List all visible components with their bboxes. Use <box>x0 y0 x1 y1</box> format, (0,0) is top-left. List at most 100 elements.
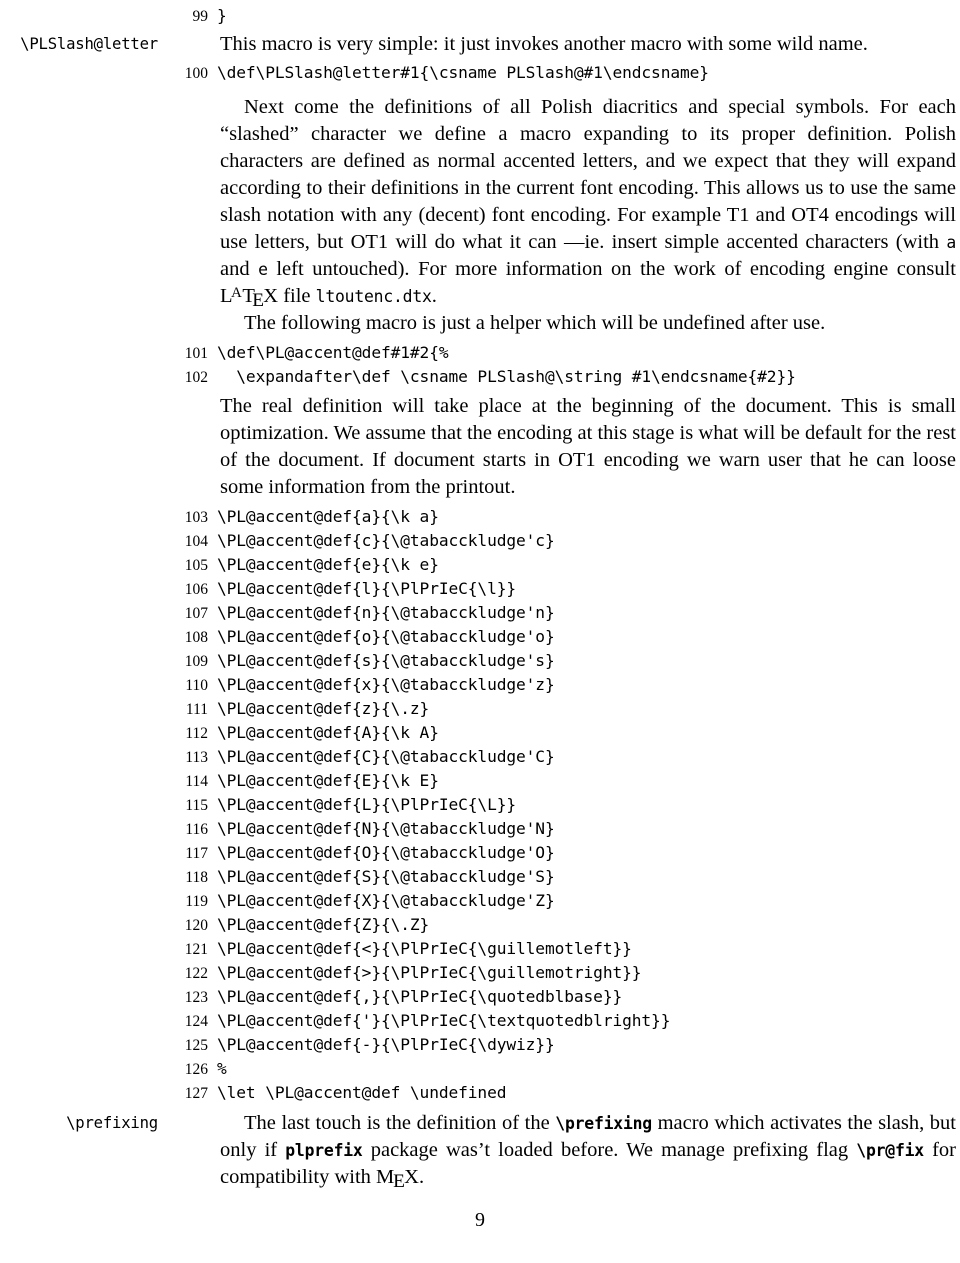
inline-code-e: e <box>258 260 268 279</box>
code-line-number: 123 <box>184 989 208 1006</box>
paragraph-diacritics-definitions: Next come the definitions of all Polish … <box>220 94 956 312</box>
code-line: 103 \PL@accent@def{a}{\k a} <box>0 505 960 529</box>
code-line-text: \PL@accent@def{E}{\k E} <box>217 771 439 790</box>
code-line-number: 99 <box>192 8 209 25</box>
page-number: 9 <box>475 1209 485 1231</box>
code-line: 112 \PL@accent@def{A}{\k A} <box>0 721 960 745</box>
code-line-number: 104 <box>184 533 208 550</box>
code-line: 122 \PL@accent@def{>}{\PlPrIeC{\guillemot… <box>0 961 960 985</box>
code-line-text: \PL@accent@def{X}{\@tabacckludge'Z} <box>217 891 555 910</box>
inline-code-plprefix: plprefix <box>285 1141 363 1160</box>
paragraph-text-run: and <box>220 258 259 280</box>
paragraph-text-run: Next come the definitions of all Polish … <box>220 96 956 253</box>
margin-label-prefixing: \prefixing <box>66 1114 158 1132</box>
code-line-number: 102 <box>184 369 208 386</box>
inline-code-a: a <box>946 233 956 252</box>
code-line-text: \def\PL@accent@def#1#2{% <box>217 343 449 362</box>
code-line-text: \PL@accent@def{<}{\PlPrIeC{\guillemotlef… <box>217 939 632 958</box>
code-line: 100 \def\PLSlash@letter#1{\csname PLSlash… <box>0 61 960 85</box>
code-line-text: \PL@accent@def{o}{\@tabacckludge'o} <box>217 627 555 646</box>
code-line-number: 110 <box>185 677 208 694</box>
paragraph-text-run: . <box>418 1166 425 1188</box>
code-line-text: \PL@accent@def{Z}{\.Z} <box>217 915 430 934</box>
code-line: 108 \PL@accent@def{o}{\@tabacckludge'o} <box>0 625 960 649</box>
paragraph-real-definition: The real definition will take place at t… <box>220 395 956 498</box>
code-line: 104 \PL@accent@def{c}{\@tabacckludge'c} <box>0 529 960 553</box>
code-line: 110 \PL@accent@def{x}{\@tabacckludge'z} <box>0 673 960 697</box>
code-line-number: 106 <box>184 581 208 598</box>
code-line-text: \PL@accent@def{O}{\@tabacckludge'O} <box>217 843 555 862</box>
code-line: 126% <box>0 1057 960 1081</box>
code-line-text: } <box>217 6 227 25</box>
code-line-text: \PL@accent@def{c}{\@tabacckludge'c} <box>217 531 555 550</box>
code-line-text: % <box>217 1059 227 1078</box>
code-line-text: \PL@accent@def{n}{\@tabacckludge'n} <box>217 603 555 622</box>
code-line-number: 109 <box>184 653 208 670</box>
paragraph-macro-intro: This macro is very simple: it just invok… <box>220 33 868 55</box>
code-line-text: \expandafter\def \csname PLSlash@\string… <box>217 367 796 386</box>
code-line-number: 118 <box>185 869 208 886</box>
code-line: 107 \PL@accent@def{n}{\@tabacckludge'n} <box>0 601 960 625</box>
latex-logo: LATEX <box>220 285 279 312</box>
mex-logo: MEX <box>376 1166 419 1193</box>
paragraph-text-run: package was’t loaded before. We manage p… <box>362 1139 857 1161</box>
code-line-text: \PL@accent@def{L}{\PlPrIeC{\L}} <box>217 795 517 814</box>
code-line-text: \PL@accent@def{A}{\k A} <box>217 723 439 742</box>
code-line: 106 \PL@accent@def{l}{\PlPrIeC{\l}} <box>0 577 960 601</box>
code-line-text: \PL@accent@def{C}{\@tabacckludge'C} <box>217 747 555 766</box>
code-line-number: 122 <box>184 965 208 982</box>
code-line-text: \let \PL@accent@def \undefined <box>217 1083 507 1102</box>
code-line: 118 \PL@accent@def{S}{\@tabacckludge'S} <box>0 865 960 889</box>
code-line: 111 \PL@accent@def{z}{\.z} <box>0 697 960 721</box>
code-line-number: 111 <box>185 701 208 718</box>
code-line-number: 119 <box>185 893 208 910</box>
paragraph-text-run: file <box>278 285 316 307</box>
code-line-text: \PL@accent@def{S}{\@tabacckludge'S} <box>217 867 555 886</box>
code-line-number: 112 <box>185 725 208 742</box>
code-line: 127 \let \PL@accent@def \undefined <box>0 1081 960 1105</box>
code-line-number: 121 <box>184 941 208 958</box>
code-line-number: 126 <box>184 1061 208 1078</box>
code-line: 125 \PL@accent@def{-}{\PlPrIeC{\dywiz}} <box>0 1033 960 1057</box>
code-line-text: \PL@accent@def{l}{\PlPrIeC{\l}} <box>217 579 517 598</box>
code-line-text: \PL@accent@def{z}{\.z} <box>217 699 430 718</box>
code-line-number: 100 <box>184 65 208 82</box>
paragraph-text-run: left untouched). For more information on… <box>267 258 956 280</box>
paragraph-text-run: . <box>431 285 437 307</box>
code-line: 105 \PL@accent@def{e}{\k e} <box>0 553 960 577</box>
document-page: 99} \PLSlash@letter This macro is very s… <box>0 0 960 1263</box>
code-line-number: 113 <box>185 749 208 766</box>
code-line: 116 \PL@accent@def{N}{\@tabacckludge'N} <box>0 817 960 841</box>
code-line: 117 \PL@accent@def{O}{\@tabacckludge'O} <box>0 841 960 865</box>
code-line: 123 \PL@accent@def{,}{\PlPrIeC{\quotedblb… <box>0 985 960 1009</box>
code-line-text: \PL@accent@def{s}{\@tabacckludge's} <box>217 651 555 670</box>
code-line-text: \PL@accent@def{a}{\k a} <box>217 507 439 526</box>
code-line-text: \PL@accent@def{-}{\PlPrIeC{\dywiz}} <box>217 1035 555 1054</box>
code-line: 119 \PL@accent@def{X}{\@tabacckludge'Z} <box>0 889 960 913</box>
code-line: 114 \PL@accent@def{E}{\k E} <box>0 769 960 793</box>
code-line-number: 108 <box>184 629 208 646</box>
paragraph-text-run: The last touch is the definition of the <box>244 1112 556 1134</box>
code-line-number: 124 <box>184 1013 208 1030</box>
code-line-number: 101 <box>184 345 208 362</box>
code-line: 113 \PL@accent@def{C}{\@tabacckludge'C} <box>0 745 960 769</box>
inline-code-prfix: \pr@fix <box>856 1141 924 1160</box>
code-line: 120 \PL@accent@def{Z}{\.Z} <box>0 913 960 937</box>
code-line: 99} <box>0 4 960 28</box>
code-line-text: \PL@accent@def{x}{\@tabacckludge'z} <box>217 675 555 694</box>
code-line-text: \PL@accent@def{'}{\PlPrIeC{\textquotedbl… <box>217 1011 671 1030</box>
paragraph-helper-macro: The following macro is just a helper whi… <box>244 312 826 334</box>
code-line-number: 107 <box>184 605 208 622</box>
code-line-text: \PL@accent@def{,}{\PlPrIeC{\quotedblbase… <box>217 987 623 1006</box>
code-line-number: 105 <box>184 557 208 574</box>
paragraph-prefixing: The last touch is the definition of the … <box>220 1110 956 1193</box>
code-line-text: \PL@accent@def{N}{\@tabacckludge'N} <box>217 819 555 838</box>
code-line: 115 \PL@accent@def{L}{\PlPrIeC{\L}} <box>0 793 960 817</box>
code-line-number: 115 <box>185 797 208 814</box>
code-line: 101 \def\PL@accent@def#1#2{% <box>0 341 960 365</box>
code-line: 121 \PL@accent@def{<}{\PlPrIeC{\guillemot… <box>0 937 960 961</box>
code-line-number: 127 <box>184 1085 208 1102</box>
code-line-text: \PL@accent@def{e}{\k e} <box>217 555 439 574</box>
code-line: 124 \PL@accent@def{'}{\PlPrIeC{\textquote… <box>0 1009 960 1033</box>
code-line-text: \def\PLSlash@letter#1{\csname PLSlash@#1… <box>217 63 709 82</box>
